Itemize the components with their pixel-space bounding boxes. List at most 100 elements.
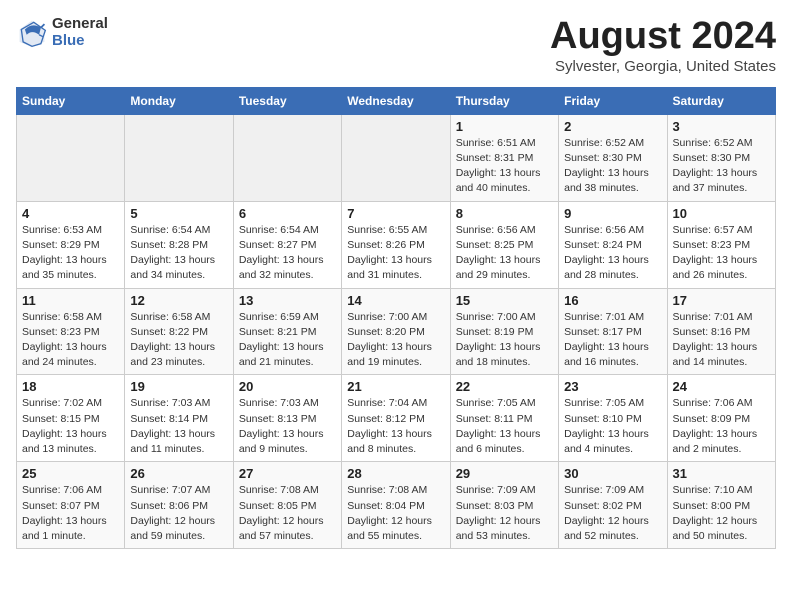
day-number: 1 [456, 119, 553, 134]
day-header-sunday: Sunday [17, 87, 125, 114]
day-number: 31 [673, 466, 770, 481]
day-cell: 13 Sunrise: 6:59 AM Sunset: 8:21 PM Dayli… [233, 288, 341, 375]
day-cell: 9Sunrise: 6:56 AM Sunset: 8:24 PM Daylig… [559, 201, 667, 288]
day-number: 19 [130, 379, 227, 394]
day-info: Sunrise: 7:08 AM Sunset: 8:04 PM Dayligh… [347, 483, 444, 544]
day-cell: 23 Sunrise: 7:05 AM Sunset: 8:10 PM Dayli… [559, 375, 667, 462]
day-cell: 5Sunrise: 6:54 AM Sunset: 8:28 PM Daylig… [125, 201, 233, 288]
title-area: August 2024 Sylvester, Georgia, United S… [550, 16, 776, 75]
day-cell: 30 Sunrise: 7:09 AM Sunset: 8:02 PM Dayli… [559, 462, 667, 549]
day-cell [125, 114, 233, 201]
logo-blue-text: Blue [52, 33, 108, 50]
day-number: 18 [22, 379, 119, 394]
logo-general-text: General [52, 16, 108, 33]
day-info: Sunrise: 7:01 AM Sunset: 8:17 PM Dayligh… [564, 310, 661, 371]
day-info: Sunrise: 7:08 AM Sunset: 8:05 PM Dayligh… [239, 483, 336, 544]
day-cell: 19 Sunrise: 7:03 AM Sunset: 8:14 PM Dayli… [125, 375, 233, 462]
day-header-saturday: Saturday [667, 87, 775, 114]
day-number: 26 [130, 466, 227, 481]
day-info: Sunrise: 7:05 AM Sunset: 8:11 PM Dayligh… [456, 396, 553, 457]
day-info: Sunrise: 7:00 AM Sunset: 8:20 PM Dayligh… [347, 310, 444, 371]
day-cell: 27 Sunrise: 7:08 AM Sunset: 8:05 PM Dayli… [233, 462, 341, 549]
day-info: Sunrise: 6:56 AM Sunset: 8:24 PM Dayligh… [564, 223, 661, 284]
day-cell: 8 Sunrise: 6:56 AM Sunset: 8:25 PM Daylig… [450, 201, 558, 288]
day-number: 22 [456, 379, 553, 394]
day-number: 4 [22, 206, 119, 221]
week-row-5: 25Sunrise: 7:06 AM Sunset: 8:07 PM Dayli… [17, 462, 776, 549]
day-number: 12 [130, 293, 227, 308]
logo: General Blue [16, 16, 108, 49]
calendar-table: SundayMondayTuesdayWednesdayThursdayFrid… [16, 87, 776, 549]
day-cell: 21Sunrise: 7:04 AM Sunset: 8:12 PM Dayli… [342, 375, 450, 462]
header: General Blue August 2024 Sylvester, Geor… [16, 16, 776, 75]
day-info: Sunrise: 7:07 AM Sunset: 8:06 PM Dayligh… [130, 483, 227, 544]
day-info: Sunrise: 7:02 AM Sunset: 8:15 PM Dayligh… [22, 396, 119, 457]
day-cell [17, 114, 125, 201]
day-info: Sunrise: 6:53 AM Sunset: 8:29 PM Dayligh… [22, 223, 119, 284]
day-number: 15 [456, 293, 553, 308]
day-info: Sunrise: 6:56 AM Sunset: 8:25 PM Dayligh… [456, 223, 553, 284]
day-cell: 1 Sunrise: 6:51 AM Sunset: 8:31 PM Daylig… [450, 114, 558, 201]
day-cell: 18 Sunrise: 7:02 AM Sunset: 8:15 PM Dayli… [17, 375, 125, 462]
day-cell: 15Sunrise: 7:00 AM Sunset: 8:19 PM Dayli… [450, 288, 558, 375]
day-cell [233, 114, 341, 201]
day-info: Sunrise: 6:52 AM Sunset: 8:30 PM Dayligh… [564, 136, 661, 197]
day-number: 11 [22, 293, 119, 308]
day-info: Sunrise: 7:04 AM Sunset: 8:12 PM Dayligh… [347, 396, 444, 457]
day-number: 27 [239, 466, 336, 481]
day-number: 30 [564, 466, 661, 481]
day-number: 3 [673, 119, 770, 134]
day-number: 6 [239, 206, 336, 221]
day-cell: 4 Sunrise: 6:53 AM Sunset: 8:29 PM Daylig… [17, 201, 125, 288]
day-info: Sunrise: 6:55 AM Sunset: 8:26 PM Dayligh… [347, 223, 444, 284]
day-number: 14 [347, 293, 444, 308]
day-info: Sunrise: 7:03 AM Sunset: 8:14 PM Dayligh… [130, 396, 227, 457]
logo-icon [16, 17, 48, 49]
day-cell: 12 Sunrise: 6:58 AM Sunset: 8:22 PM Dayli… [125, 288, 233, 375]
subtitle: Sylvester, Georgia, United States [550, 58, 776, 75]
day-info: Sunrise: 7:06 AM Sunset: 8:07 PM Dayligh… [22, 483, 119, 544]
day-info: Sunrise: 6:52 AM Sunset: 8:30 PM Dayligh… [673, 136, 770, 197]
day-cell: 6 Sunrise: 6:54 AM Sunset: 8:27 PM Daylig… [233, 201, 341, 288]
day-header-thursday: Thursday [450, 87, 558, 114]
day-number: 17 [673, 293, 770, 308]
day-cell: 26 Sunrise: 7:07 AM Sunset: 8:06 PM Dayli… [125, 462, 233, 549]
logo-text: General Blue [52, 16, 108, 49]
week-row-2: 4 Sunrise: 6:53 AM Sunset: 8:29 PM Daylig… [17, 201, 776, 288]
day-number: 28 [347, 466, 444, 481]
day-cell: 14 Sunrise: 7:00 AM Sunset: 8:20 PM Dayli… [342, 288, 450, 375]
day-number: 5 [130, 206, 227, 221]
header-row: SundayMondayTuesdayWednesdayThursdayFrid… [17, 87, 776, 114]
day-info: Sunrise: 6:57 AM Sunset: 8:23 PM Dayligh… [673, 223, 770, 284]
main-title: August 2024 [550, 16, 776, 58]
day-cell: 20Sunrise: 7:03 AM Sunset: 8:13 PM Dayli… [233, 375, 341, 462]
day-number: 8 [456, 206, 553, 221]
day-info: Sunrise: 6:58 AM Sunset: 8:22 PM Dayligh… [130, 310, 227, 371]
day-info: Sunrise: 7:09 AM Sunset: 8:03 PM Dayligh… [456, 483, 553, 544]
day-header-wednesday: Wednesday [342, 87, 450, 114]
day-info: Sunrise: 6:54 AM Sunset: 8:27 PM Dayligh… [239, 223, 336, 284]
week-row-4: 18 Sunrise: 7:02 AM Sunset: 8:15 PM Dayli… [17, 375, 776, 462]
week-row-3: 11Sunrise: 6:58 AM Sunset: 8:23 PM Dayli… [17, 288, 776, 375]
day-cell: 29Sunrise: 7:09 AM Sunset: 8:03 PM Dayli… [450, 462, 558, 549]
day-cell: 10Sunrise: 6:57 AM Sunset: 8:23 PM Dayli… [667, 201, 775, 288]
day-info: Sunrise: 7:09 AM Sunset: 8:02 PM Dayligh… [564, 483, 661, 544]
day-cell: 3 Sunrise: 6:52 AM Sunset: 8:30 PM Daylig… [667, 114, 775, 201]
day-info: Sunrise: 7:05 AM Sunset: 8:10 PM Dayligh… [564, 396, 661, 457]
day-info: Sunrise: 6:51 AM Sunset: 8:31 PM Dayligh… [456, 136, 553, 197]
day-cell: 22 Sunrise: 7:05 AM Sunset: 8:11 PM Dayli… [450, 375, 558, 462]
week-row-1: 1 Sunrise: 6:51 AM Sunset: 8:31 PM Daylig… [17, 114, 776, 201]
day-number: 23 [564, 379, 661, 394]
day-cell: 2 Sunrise: 6:52 AM Sunset: 8:30 PM Daylig… [559, 114, 667, 201]
day-cell: 7Sunrise: 6:55 AM Sunset: 8:26 PM Daylig… [342, 201, 450, 288]
day-number: 13 [239, 293, 336, 308]
day-cell: 28 Sunrise: 7:08 AM Sunset: 8:04 PM Dayli… [342, 462, 450, 549]
day-cell: 17Sunrise: 7:01 AM Sunset: 8:16 PM Dayli… [667, 288, 775, 375]
day-info: Sunrise: 6:59 AM Sunset: 8:21 PM Dayligh… [239, 310, 336, 371]
day-header-tuesday: Tuesday [233, 87, 341, 114]
day-info: Sunrise: 7:06 AM Sunset: 8:09 PM Dayligh… [673, 396, 770, 457]
day-cell: 24Sunrise: 7:06 AM Sunset: 8:09 PM Dayli… [667, 375, 775, 462]
day-header-monday: Monday [125, 87, 233, 114]
day-number: 2 [564, 119, 661, 134]
day-cell [342, 114, 450, 201]
